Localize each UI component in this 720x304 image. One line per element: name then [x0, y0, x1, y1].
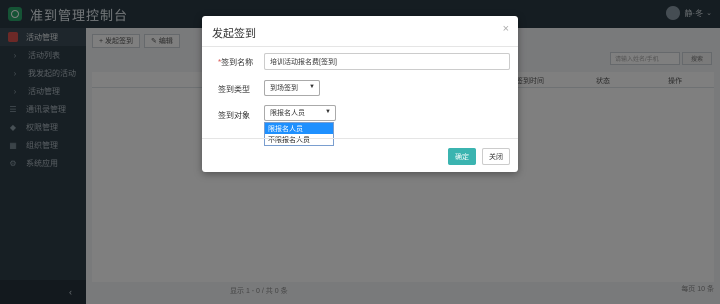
- confirm-button[interactable]: 确定: [448, 148, 476, 165]
- signin-type-label: 签到类型: [218, 85, 250, 94]
- signin-type-select[interactable]: 到场签到 ▼: [264, 80, 320, 96]
- signin-target-value: 限报名人员: [270, 110, 305, 117]
- dropdown-option[interactable]: 不限报名人员: [265, 134, 333, 145]
- divider: [202, 46, 518, 47]
- start-signin-dialog: 发起签到 × *签到名称 培训活动报名费[签到] 签到类型 到场签到 ▼ 签到对…: [202, 16, 518, 172]
- signin-target-select[interactable]: 限报名人员 ▼: [264, 105, 336, 121]
- label-text: 签到名称: [221, 58, 254, 67]
- dropdown-arrow-icon: ▼: [309, 84, 315, 90]
- signin-name-input[interactable]: 培训活动报名费[签到]: [264, 53, 510, 70]
- dialog-title: 发起签到: [212, 28, 256, 40]
- close-button[interactable]: 关闭: [482, 148, 510, 165]
- signin-target-label: 签到对象: [218, 111, 250, 120]
- dropdown-arrow-icon: ▼: [325, 109, 331, 115]
- signin-name-label: *签到名称: [218, 57, 253, 68]
- close-icon[interactable]: ×: [503, 23, 509, 35]
- signin-type-value: 到场签到: [270, 85, 298, 92]
- signin-target-dropdown: 限报名人员 不限报名人员: [264, 122, 334, 146]
- dropdown-option[interactable]: 限报名人员: [265, 123, 333, 134]
- divider: [202, 138, 518, 139]
